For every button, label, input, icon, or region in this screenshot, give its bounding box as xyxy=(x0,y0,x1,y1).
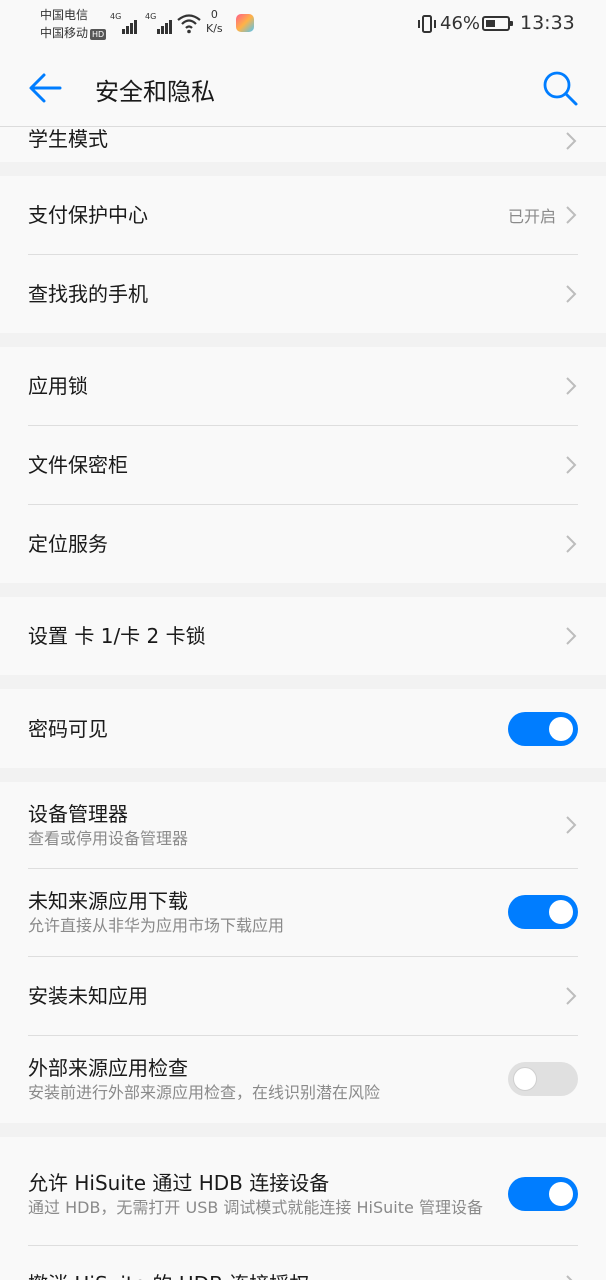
chevron-right-icon xyxy=(566,284,577,303)
settings-group-hisuite: 允许 HiSuite 通过 HDB 连接设备 通过 HDB，无需打开 USB 调… xyxy=(0,1137,606,1280)
row-external-source-check[interactable]: 外部来源应用检查 安装前进行外部来源应用检查，在线识别潜在风险 xyxy=(0,1035,606,1123)
row-hisuite-hdb[interactable]: 允许 HiSuite 通过 HDB 连接设备 通过 HDB，无需打开 USB 调… xyxy=(0,1137,606,1245)
network-type-label: 4G xyxy=(145,12,157,21)
chevron-right-icon xyxy=(566,377,577,395)
hisuite-hdb-toggle[interactable] xyxy=(508,1177,578,1211)
status-bar: 中国电信 中国移动 HD 4G 4G 0 K/s 46% 13:33 xyxy=(0,0,606,50)
network-type-label: 4G xyxy=(110,12,122,21)
row-title: 定位服务 xyxy=(28,531,108,556)
back-arrow-icon[interactable] xyxy=(26,70,66,106)
battery-icon xyxy=(482,16,513,31)
row-show-password[interactable]: 密码可见 xyxy=(0,689,606,768)
network-speed: 0 K/s xyxy=(206,8,223,35)
hd-badge: HD xyxy=(90,29,107,40)
external-source-check-toggle[interactable] xyxy=(508,1062,578,1096)
row-subtitle: 允许直接从非华为应用市场下载应用 xyxy=(28,916,285,935)
row-subtitle: 查看或停用设备管理器 xyxy=(28,829,189,848)
row-title: 文件保密柜 xyxy=(28,452,128,477)
show-password-toggle[interactable] xyxy=(508,711,578,746)
app-header: 安全和隐私 xyxy=(0,50,606,127)
settings-group-locks: 应用锁 文件保密柜 定位服务 xyxy=(0,347,606,583)
row-file-safe[interactable]: 文件保密柜 xyxy=(0,425,606,504)
page-title: 安全和隐私 xyxy=(95,78,215,106)
row-sim-lock[interactable]: 设置 卡 1/卡 2 卡锁 xyxy=(0,597,606,675)
row-title: 设备管理器 xyxy=(28,802,128,826)
clock: 13:33 xyxy=(520,12,575,34)
row-device-admin[interactable]: 设备管理器 查看或停用设备管理器 xyxy=(0,782,606,868)
settings-group-sim: 设置 卡 1/卡 2 卡锁 xyxy=(0,597,606,675)
row-title: 应用锁 xyxy=(28,374,88,398)
chevron-right-icon xyxy=(566,627,577,645)
row-title: 设置 卡 1/卡 2 卡锁 xyxy=(28,624,206,648)
row-unknown-source-download[interactable]: 未知来源应用下载 允许直接从非华为应用市场下载应用 xyxy=(0,868,606,956)
row-title: 外部来源应用检查 xyxy=(28,1056,188,1080)
chevron-right-icon xyxy=(566,1275,573,1280)
vibrate-icon xyxy=(418,15,436,33)
settings-group-password: 密码可见 xyxy=(0,689,606,768)
row-title: 撤消 HiSuite 的 HDB 连接授权 xyxy=(28,1271,564,1280)
settings-group-student: 学生模式 xyxy=(0,127,606,162)
carrier-1: 中国电信 xyxy=(40,8,89,22)
row-install-unknown-apps[interactable]: 安装未知应用 xyxy=(0,956,606,1035)
chevron-right-icon xyxy=(566,132,577,150)
row-title: 允许 HiSuite 通过 HDB 连接设备 xyxy=(28,1171,330,1195)
row-title: 密码可见 xyxy=(28,716,108,741)
row-location-services[interactable]: 定位服务 xyxy=(0,504,606,583)
chevron-right-icon xyxy=(566,455,577,474)
row-find-my-phone[interactable]: 查找我的手机 xyxy=(0,254,606,333)
chevron-right-icon xyxy=(566,534,577,553)
row-title: 支付保护中心 xyxy=(28,203,148,227)
settings-group-device: 设备管理器 查看或停用设备管理器 未知来源应用下载 允许直接从非华为应用市场下载… xyxy=(0,782,606,1123)
unknown-source-download-toggle[interactable] xyxy=(508,895,578,929)
row-app-lock[interactable]: 应用锁 xyxy=(0,347,606,425)
row-title: 学生模式 xyxy=(28,127,108,151)
search-icon[interactable] xyxy=(540,68,580,108)
battery-percent: 46% xyxy=(440,13,481,34)
row-title: 安装未知应用 xyxy=(28,983,148,1008)
app-notification-icon xyxy=(236,14,254,32)
settings-group-protect: 支付保护中心 已开启 查找我的手机 xyxy=(0,176,606,333)
row-payment-protection[interactable]: 支付保护中心 已开启 xyxy=(0,176,606,254)
row-title: 查找我的手机 xyxy=(28,281,148,306)
carrier-info: 中国电信 中国移动 HD xyxy=(40,6,107,42)
row-revoke-hdb[interactable]: 撤消 HiSuite 的 HDB 连接授权 xyxy=(0,1245,606,1280)
row-subtitle: 通过 HDB，无需打开 USB 调试模式就能连接 HiSuite 管理设备 xyxy=(28,1198,483,1217)
chevron-right-icon xyxy=(566,816,577,834)
settings-list[interactable]: 学生模式 支付保护中心 已开启 查找我的手机 应用锁 文件保密柜 定位服务 设置… xyxy=(0,127,606,1280)
row-student-mode[interactable]: 学生模式 xyxy=(0,127,606,162)
chevron-right-icon xyxy=(566,986,577,1005)
chevron-right-icon xyxy=(566,206,577,224)
wifi-icon xyxy=(177,14,201,34)
row-subtitle: 安装前进行外部来源应用检查，在线识别潜在风险 xyxy=(28,1083,381,1102)
row-title: 未知来源应用下载 xyxy=(28,889,188,913)
carrier-2: 中国移动 xyxy=(40,26,89,40)
row-status-value: 已开启 xyxy=(507,207,556,226)
